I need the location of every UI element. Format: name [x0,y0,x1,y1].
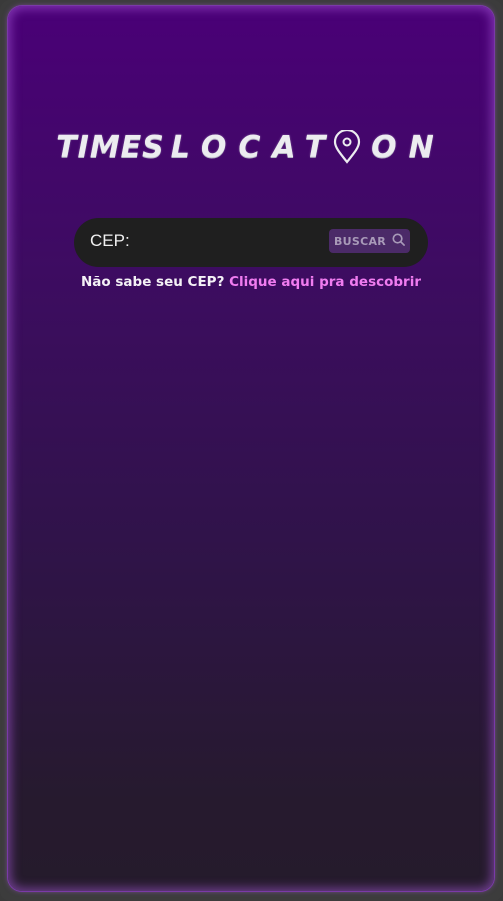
search-button[interactable]: BUSCAR [329,229,410,253]
logo-word-location: LOCAT ON [170,128,446,165]
app-card: TIMES LOCAT ON CEP: BUSCAR Não sabe seu … [8,6,494,891]
cep-label: CEP: [90,231,130,250]
search-icon [392,233,405,249]
logo-word-times: TIMES [56,129,165,165]
map-pin-icon [333,128,361,164]
logo-letters-locat: LOCAT [170,129,338,165]
discover-cep-link[interactable]: Clique aqui pra descobrir [229,274,421,290]
app-logo: TIMES LOCAT ON [8,124,494,170]
search-button-label: BUSCAR [333,234,387,248]
cep-search-bar: CEP: BUSCAR [74,218,428,267]
logo-letters-on: ON [371,129,446,165]
hint-text: Não sabe seu CEP? [81,274,225,290]
device-frame: TIMES LOCAT ON CEP: BUSCAR Não sabe seu … [0,0,503,901]
cep-input[interactable] [132,228,322,256]
cep-hint: Não sabe seu CEP? Clique aqui pra descob… [8,274,494,290]
